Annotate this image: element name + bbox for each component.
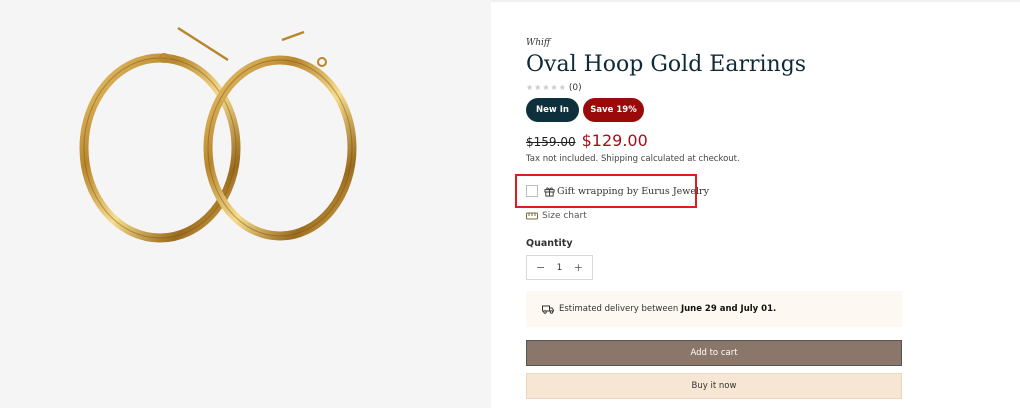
gift-wrapping-option[interactable]: Gift wrapping by Eurus Jewelry bbox=[526, 183, 709, 199]
delivery-dates: June 29 and July 01. bbox=[680, 304, 777, 314]
star-icon: ★ bbox=[550, 83, 558, 92]
product-image[interactable] bbox=[0, 0, 491, 408]
size-chart-link[interactable]: Size chart bbox=[526, 209, 587, 223]
gift-wrapping-label: Gift wrapping by Eurus Jewelry bbox=[557, 185, 709, 197]
product-info: Whiff Oval Hoop Gold Earrings ★ ★ ★ ★ ★ … bbox=[515, 38, 902, 399]
product-price: $159.00 $129.00 bbox=[526, 131, 902, 151]
sale-price: $129.00 bbox=[581, 131, 648, 150]
quantity-input[interactable]: 1 bbox=[557, 263, 563, 273]
quantity-stepper: − 1 + bbox=[526, 255, 593, 280]
add-to-cart-button[interactable]: Add to cart bbox=[526, 340, 902, 366]
save-badge: Save 19% bbox=[583, 98, 644, 122]
product-page: Whiff Oval Hoop Gold Earrings ★ ★ ★ ★ ★ … bbox=[0, 0, 1020, 408]
gold-hoop-earrings-image bbox=[79, 26, 357, 243]
quantity-label: Quantity bbox=[526, 238, 573, 249]
star-icon: ★ bbox=[558, 83, 566, 92]
buy-now-button[interactable]: Buy it now bbox=[526, 373, 902, 399]
star-icon: ★ bbox=[526, 83, 534, 92]
product-rating[interactable]: ★ ★ ★ ★ ★ (0) bbox=[526, 81, 902, 95]
star-icon: ★ bbox=[534, 83, 542, 92]
gift-icon bbox=[544, 186, 555, 197]
delivery-prefix: Estimated delivery between bbox=[559, 304, 681, 314]
rating-count: (0) bbox=[568, 83, 582, 93]
ruler-icon bbox=[526, 212, 538, 220]
new-in-badge: New In bbox=[526, 98, 579, 122]
size-chart-label: Size chart bbox=[542, 211, 587, 221]
truck-icon bbox=[542, 305, 554, 314]
delivery-text: Estimated delivery between June 29 and J… bbox=[559, 304, 776, 314]
compare-at-price: $159.00 bbox=[526, 135, 576, 149]
star-icon: ★ bbox=[542, 83, 550, 92]
delivery-estimate: Estimated delivery between June 29 and J… bbox=[526, 291, 902, 327]
rating-stars: ★ ★ ★ ★ ★ bbox=[526, 84, 566, 92]
product-title: Oval Hoop Gold Earrings bbox=[526, 52, 807, 77]
product-vendor[interactable]: Whiff bbox=[526, 38, 902, 50]
product-badges: New In Save 19% bbox=[526, 98, 902, 122]
minus-icon[interactable]: − bbox=[536, 261, 545, 274]
gift-wrapping-checkbox[interactable] bbox=[526, 185, 538, 197]
plus-icon[interactable]: + bbox=[574, 261, 583, 274]
tax-note: Tax not included. Shipping calculated at… bbox=[526, 154, 740, 164]
